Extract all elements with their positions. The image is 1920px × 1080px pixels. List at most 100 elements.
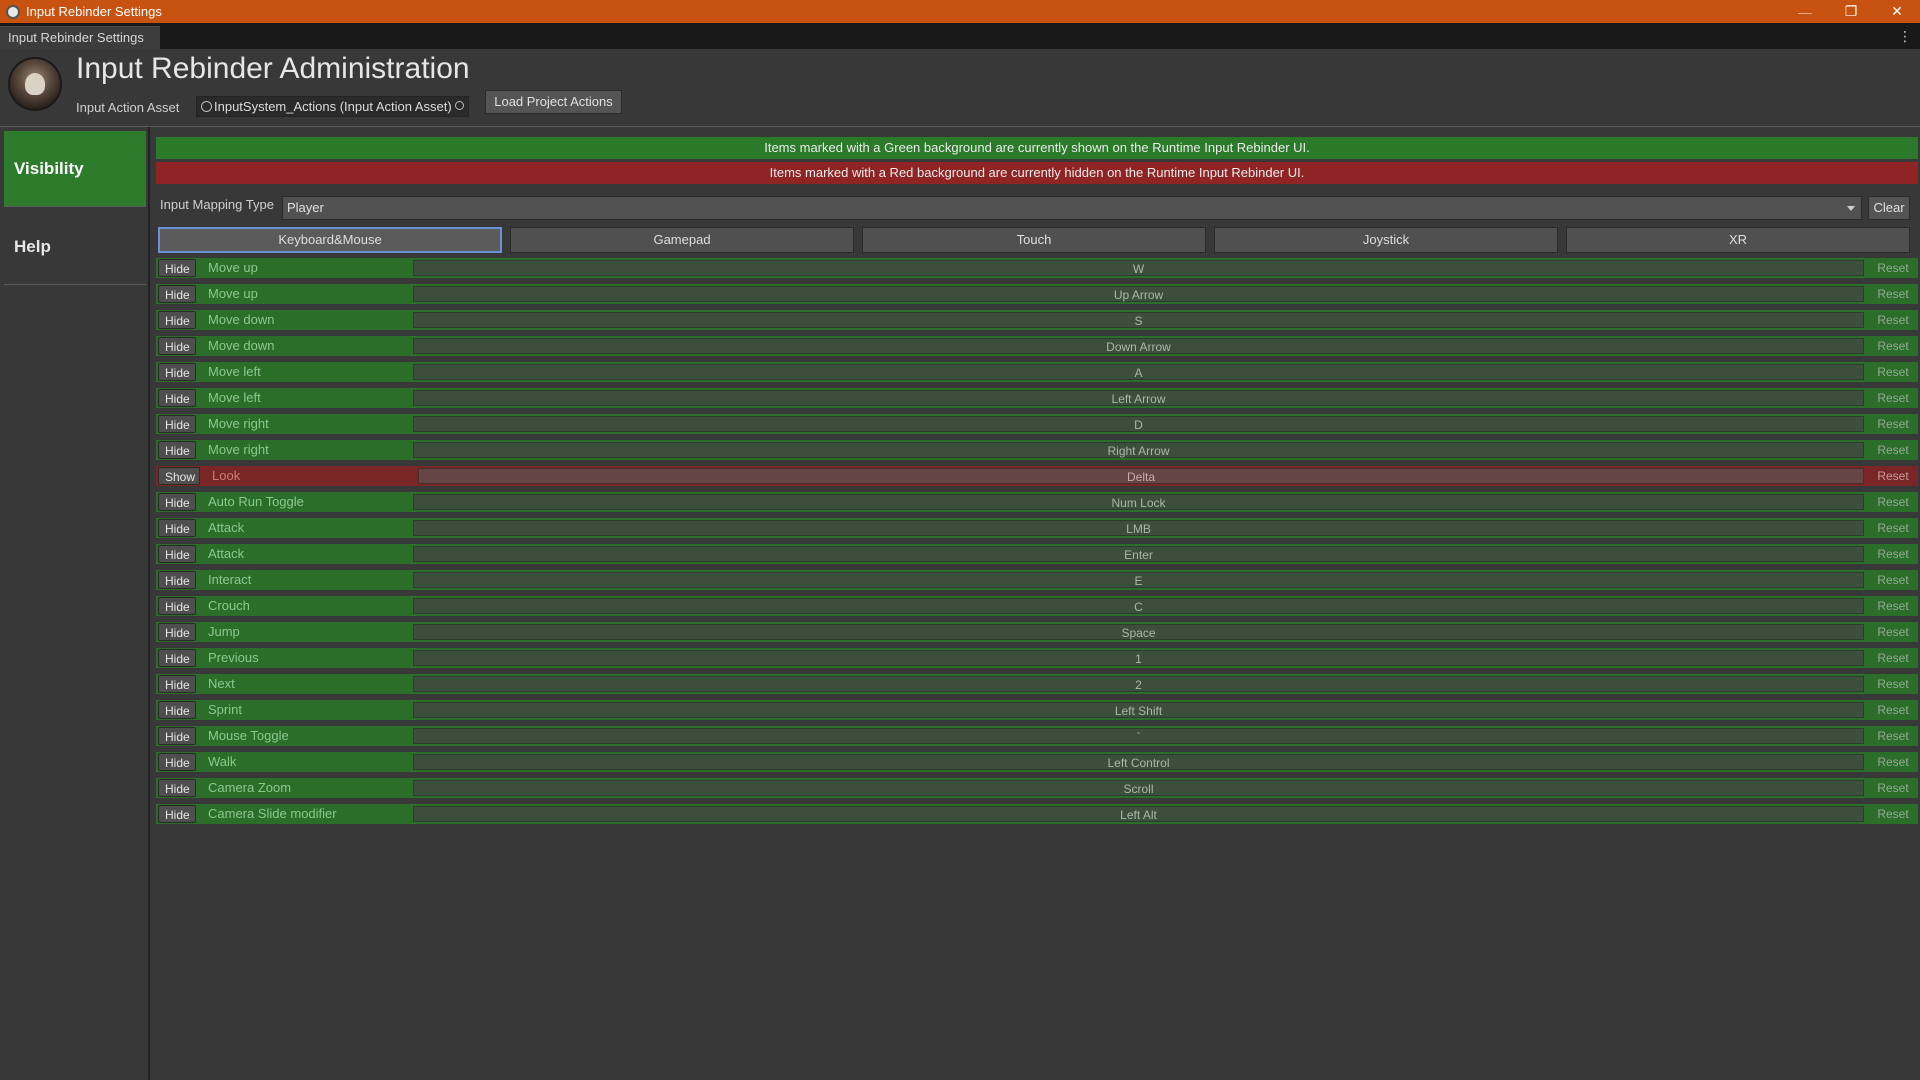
binding-field[interactable]: S xyxy=(413,312,1864,328)
reset-button[interactable]: Reset xyxy=(1870,778,1916,798)
reset-button[interactable]: Reset xyxy=(1870,258,1916,278)
hide-button[interactable]: Hide xyxy=(158,441,196,459)
tab-keyboard-mouse[interactable]: Keyboard&Mouse xyxy=(158,227,502,253)
reset-button[interactable]: Reset xyxy=(1870,310,1916,330)
hide-button[interactable]: Hide xyxy=(158,779,196,797)
sidebar-item-visibility[interactable]: Visibility xyxy=(4,131,146,207)
binding-field[interactable]: Left Control xyxy=(413,754,1864,770)
binding-field[interactable]: Scroll xyxy=(413,780,1864,796)
tab-xr[interactable]: XR xyxy=(1566,227,1910,253)
reset-button[interactable]: Reset xyxy=(1870,362,1916,382)
hide-button[interactable]: Hide xyxy=(158,285,196,303)
reset-button[interactable]: Reset xyxy=(1870,596,1916,616)
binding-row: Hide Camera Zoom Scroll Reset xyxy=(156,778,1918,798)
binding-row: Hide Crouch C Reset xyxy=(156,596,1918,616)
reset-button[interactable]: Reset xyxy=(1870,752,1916,772)
binding-field[interactable]: Right Arrow xyxy=(413,442,1864,458)
show-button[interactable]: Show xyxy=(158,467,200,485)
hide-button[interactable]: Hide xyxy=(158,623,196,641)
binding-field[interactable]: Enter xyxy=(413,546,1864,562)
reset-button[interactable]: Reset xyxy=(1870,804,1916,824)
reset-button[interactable]: Reset xyxy=(1870,336,1916,356)
hide-button[interactable]: Hide xyxy=(158,519,196,537)
binding-field[interactable]: LMB xyxy=(413,520,1864,536)
hide-button[interactable]: Hide xyxy=(158,727,196,745)
binding-field[interactable]: Down Arrow xyxy=(413,338,1864,354)
object-picker-icon[interactable] xyxy=(455,101,464,110)
reset-button[interactable]: Reset xyxy=(1870,440,1916,460)
reset-button[interactable]: Reset xyxy=(1870,492,1916,512)
binding-field[interactable]: W xyxy=(413,260,1864,276)
hide-button[interactable]: Hide xyxy=(158,493,196,511)
reset-button[interactable]: Reset xyxy=(1870,518,1916,538)
hide-button[interactable]: Hide xyxy=(158,311,196,329)
hide-button[interactable]: Hide xyxy=(158,545,196,563)
hide-button[interactable]: Hide xyxy=(158,337,196,355)
reset-button[interactable]: Reset xyxy=(1870,726,1916,746)
reset-button[interactable]: Reset xyxy=(1870,544,1916,564)
binding-field[interactable]: Left Shift xyxy=(413,702,1864,718)
action-name: Interact xyxy=(208,572,252,587)
mapping-type-value: Player xyxy=(287,200,324,215)
clear-button[interactable]: Clear xyxy=(1868,196,1910,220)
action-name: Next xyxy=(208,676,235,691)
reset-button[interactable]: Reset xyxy=(1870,674,1916,694)
reset-button[interactable]: Reset xyxy=(1870,414,1916,434)
binding-field[interactable]: Left Arrow xyxy=(413,390,1864,406)
window-title: Input Rebinder Settings xyxy=(26,4,162,19)
hide-button[interactable]: Hide xyxy=(158,415,196,433)
reset-button[interactable]: Reset xyxy=(1870,622,1916,642)
binding-row: Hide Move right Right Arrow Reset xyxy=(156,440,1918,460)
binding-field[interactable]: Delta xyxy=(418,468,1864,484)
reset-button[interactable]: Reset xyxy=(1870,388,1916,408)
sidebar-item-help[interactable]: Help xyxy=(4,209,146,285)
binding-field[interactable]: E xyxy=(413,572,1864,588)
hide-button[interactable]: Hide xyxy=(158,363,196,381)
hide-button[interactable]: Hide xyxy=(158,753,196,771)
logo-icon xyxy=(8,57,62,111)
tab-gamepad[interactable]: Gamepad xyxy=(510,227,854,253)
action-name: Move right xyxy=(208,442,269,457)
hide-button[interactable]: Hide xyxy=(158,701,196,719)
binding-row: Hide Mouse Toggle ` Reset xyxy=(156,726,1918,746)
reset-button[interactable]: Reset xyxy=(1870,648,1916,668)
binding-field[interactable]: C xyxy=(413,598,1864,614)
binding-field[interactable]: D xyxy=(413,416,1864,432)
binding-field[interactable]: Up Arrow xyxy=(413,286,1864,302)
reset-button[interactable]: Reset xyxy=(1870,570,1916,590)
hide-button[interactable]: Hide xyxy=(158,571,196,589)
reset-button[interactable]: Reset xyxy=(1870,284,1916,304)
binding-field[interactable]: ` xyxy=(413,728,1864,744)
binding-field[interactable]: Num Lock xyxy=(413,494,1864,510)
action-name: Attack xyxy=(208,520,245,535)
action-name: Move right xyxy=(208,416,269,431)
action-name: Attack xyxy=(208,546,245,561)
minimize-icon[interactable]: — xyxy=(1782,0,1828,23)
binding-field[interactable]: A xyxy=(413,364,1864,380)
more-options-icon[interactable]: ⋮ xyxy=(1898,26,1912,46)
restore-icon[interactable]: ❐ xyxy=(1828,0,1874,23)
hide-button[interactable]: Hide xyxy=(158,597,196,615)
hide-button[interactable]: Hide xyxy=(158,805,196,823)
reset-button[interactable]: Reset xyxy=(1870,466,1916,486)
hide-button[interactable]: Hide xyxy=(158,259,196,277)
sidebar: Visibility Help xyxy=(0,127,150,1080)
mapping-type-dropdown[interactable]: Player xyxy=(282,196,1862,220)
hide-button[interactable]: Hide xyxy=(158,675,196,693)
close-icon[interactable]: ✕ xyxy=(1874,0,1920,23)
binding-field[interactable]: 1 xyxy=(413,650,1864,666)
tab-joystick[interactable]: Joystick xyxy=(1214,227,1558,253)
binding-row: Show Look Delta Reset xyxy=(156,466,1918,486)
binding-field[interactable]: 2 xyxy=(413,676,1864,692)
reset-button[interactable]: Reset xyxy=(1870,700,1916,720)
main-panel: Items marked with a Green background are… xyxy=(154,127,1920,1080)
hide-button[interactable]: Hide xyxy=(158,649,196,667)
window-titlebar: Input Rebinder Settings — ❐ ✕ xyxy=(0,0,1920,23)
tab-touch[interactable]: Touch xyxy=(862,227,1206,253)
asset-object-field[interactable]: InputSystem_Actions (Input Action Asset) xyxy=(196,96,469,117)
tab-input-rebinder-settings[interactable]: Input Rebinder Settings xyxy=(0,26,160,49)
load-project-actions-button[interactable]: Load Project Actions xyxy=(485,90,622,114)
binding-field[interactable]: Space xyxy=(413,624,1864,640)
binding-field[interactable]: Left Alt xyxy=(413,806,1864,822)
hide-button[interactable]: Hide xyxy=(158,389,196,407)
